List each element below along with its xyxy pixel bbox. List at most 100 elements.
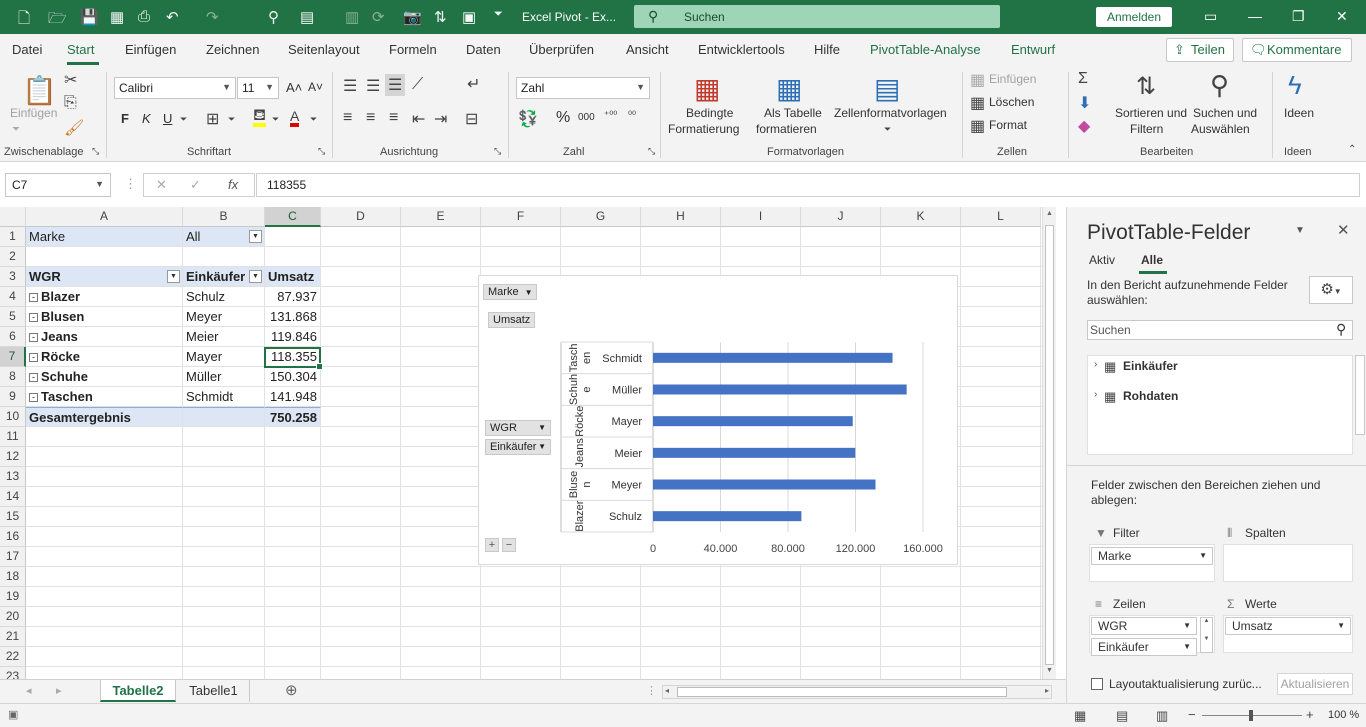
align-top-icon[interactable]: ☰	[343, 76, 357, 96]
col-header-i[interactable]: I	[721, 207, 801, 227]
camera-icon[interactable]: 📷	[403, 8, 422, 26]
filter-dropdown-icon[interactable]: ▼	[249, 230, 262, 243]
row-header[interactable]: 17	[0, 547, 26, 567]
pivot-total-label[interactable]: Gesamtergebnis	[26, 407, 183, 427]
chevron-down-icon[interactable]: ⏷	[272, 114, 279, 125]
zoom-level[interactable]: 100 %	[1328, 709, 1359, 721]
customize-qat-icon[interactable]: ⏷	[494, 8, 503, 21]
paste-dropdown-icon[interactable]: ⏷	[12, 124, 20, 135]
cell-styles-label[interactable]: Zellenformatvorlagen	[834, 106, 947, 120]
row-header[interactable]: 23	[0, 667, 26, 679]
sort-filter-label[interactable]: Sortieren und	[1115, 106, 1187, 120]
decrease-decimal-icon[interactable]: ⁰⁰	[628, 110, 636, 121]
find-select-label2[interactable]: Auswählen	[1191, 122, 1250, 136]
font-launcher-icon[interactable]: ⤡	[318, 146, 325, 157]
next-sheet-icon[interactable]: ▸	[56, 684, 62, 697]
insert-function-icon[interactable]: fx	[228, 177, 238, 192]
sort-filter-icon[interactable]: ⇅	[1136, 72, 1156, 101]
find-select-label[interactable]: Suchen und	[1193, 106, 1257, 120]
new-file-icon[interactable]: 🗋	[18, 8, 30, 33]
row-item-wgr[interactable]: WGR ▼	[1091, 617, 1197, 635]
pivot-row-buyer[interactable]: Meyer	[183, 307, 265, 327]
col-header-h[interactable]: H	[641, 207, 721, 227]
share-button[interactable]: ⇪ Teilen	[1166, 38, 1234, 62]
row-header[interactable]: 21	[0, 627, 26, 647]
refresh-icon[interactable]: ⟳	[372, 8, 385, 26]
minimize-icon[interactable]: —	[1248, 8, 1262, 24]
field-table-einkaeufer[interactable]: Einkäufer	[1123, 359, 1178, 373]
row-header[interactable]: 16	[0, 527, 26, 547]
paste-icon[interactable]: 📋	[22, 74, 57, 107]
delete-cells-icon[interactable]: ▦	[970, 93, 985, 113]
tab-ansicht[interactable]: Ansicht	[626, 42, 669, 57]
enter-icon[interactable]: ✓	[190, 177, 201, 193]
pivot-header-value[interactable]: Umsatz	[265, 267, 321, 287]
sort-icon[interactable]: ⇅	[434, 8, 447, 26]
row-header[interactable]: 9	[0, 387, 26, 407]
tab-pivottable-analyse[interactable]: PivotTable-Analyse	[870, 42, 981, 57]
row-header[interactable]: 6	[0, 327, 26, 347]
align-right-icon[interactable]: ≡	[389, 109, 398, 127]
horizontal-scrollbar[interactable]: ◂ ▸	[662, 685, 1052, 699]
signin-button[interactable]: Anmelden	[1096, 7, 1172, 27]
pivot-row-wgr[interactable]: - Röcke	[26, 347, 183, 367]
row-header[interactable]: 12	[0, 447, 26, 467]
vertical-scrollbar[interactable]: ▲ ▼	[1042, 207, 1056, 679]
col-header-e[interactable]: E	[401, 207, 481, 227]
tab-ueberpruefen[interactable]: Überprüfen	[529, 42, 594, 57]
select-all-button[interactable]	[0, 207, 26, 227]
bold-button[interactable]: F	[121, 111, 129, 126]
merge-center-icon[interactable]: ⊟	[465, 109, 478, 129]
pivot-icon[interactable]: ▥	[345, 8, 359, 26]
pivot-row-wgr[interactable]: - Jeans	[26, 327, 183, 347]
tab-alle[interactable]: Alle	[1141, 253, 1163, 267]
row-header[interactable]: 10	[0, 407, 26, 427]
scroll-up-icon[interactable]: ▲	[1046, 210, 1053, 217]
zoom-in-icon[interactable]: +	[1306, 707, 1314, 722]
align-center-icon[interactable]: ≡	[366, 109, 375, 127]
orientation-icon[interactable]: ⟋	[412, 76, 423, 94]
scroll-down-icon[interactable]: ▼	[1046, 667, 1053, 674]
row-item-einkaeufer[interactable]: Einkäufer ▼	[1091, 638, 1197, 656]
format-as-table-icon[interactable]: ▦	[776, 72, 802, 105]
pivot-header-wgr[interactable]: WGR ▼	[26, 267, 183, 287]
pivot-row-buyer[interactable]: Mayer	[183, 347, 265, 367]
zoom-out-icon[interactable]: −	[1188, 707, 1196, 722]
font-color-icon[interactable]: A	[290, 109, 300, 127]
pivot-row-buyer[interactable]: Schmidt	[183, 387, 265, 407]
page-break-view-icon[interactable]: ▥	[1156, 708, 1168, 724]
pivot-filter-label[interactable]: Marke	[26, 227, 183, 247]
col-header-a[interactable]: A	[26, 207, 183, 227]
chevron-down-icon[interactable]: ⏷	[180, 114, 187, 125]
columns-zone[interactable]	[1223, 544, 1353, 582]
undo-icon[interactable]: ↶	[166, 8, 179, 26]
ribbon-display-icon[interactable]: ▭	[1204, 8, 1217, 25]
formula-input[interactable]: 118355	[256, 173, 1360, 197]
restore-icon[interactable]: ❐	[1292, 8, 1305, 25]
scroll-right-icon[interactable]: ▸	[1045, 686, 1049, 695]
chevron-down-icon[interactable]: ⏷	[310, 114, 317, 125]
pivot-chart[interactable]: Marke ▼ Umsatz WGR ▼ Einkäufer ▼ + − 0 40.00…	[478, 275, 958, 565]
col-header-g[interactable]: G	[561, 207, 641, 227]
row-header[interactable]: 4	[0, 287, 26, 307]
percent-icon[interactable]: %	[556, 109, 570, 127]
row-header[interactable]: 22	[0, 647, 26, 667]
row-header[interactable]: 5	[0, 307, 26, 327]
add-sheet-icon[interactable]: ⊕	[285, 681, 298, 699]
paste-label[interactable]: Einfügen	[10, 106, 57, 120]
collapse-icon[interactable]: -	[29, 373, 38, 382]
pivot-row-buyer[interactable]: Meier	[183, 327, 265, 347]
pane-settings-button[interactable]: ⚙▼	[1309, 276, 1353, 304]
tab-start[interactable]: Start	[67, 42, 94, 57]
expand-icon[interactable]: ›	[1094, 359, 1097, 370]
conditional-format-icon[interactable]: ▦	[694, 72, 720, 105]
format-as-table-label[interactable]: Als Tabelle	[764, 106, 822, 120]
row-header[interactable]: 20	[0, 607, 26, 627]
fill-color-icon[interactable]: ⛾	[253, 108, 267, 127]
update-button[interactable]: Aktualisieren	[1277, 673, 1353, 695]
redo-icon[interactable]: ↷	[206, 8, 219, 26]
pivot-row-buyer[interactable]: Schulz	[183, 287, 265, 307]
row-header[interactable]: 14	[0, 487, 26, 507]
format-cells-icon[interactable]: ▦	[970, 116, 985, 136]
defer-update-checkbox[interactable]	[1091, 678, 1103, 690]
